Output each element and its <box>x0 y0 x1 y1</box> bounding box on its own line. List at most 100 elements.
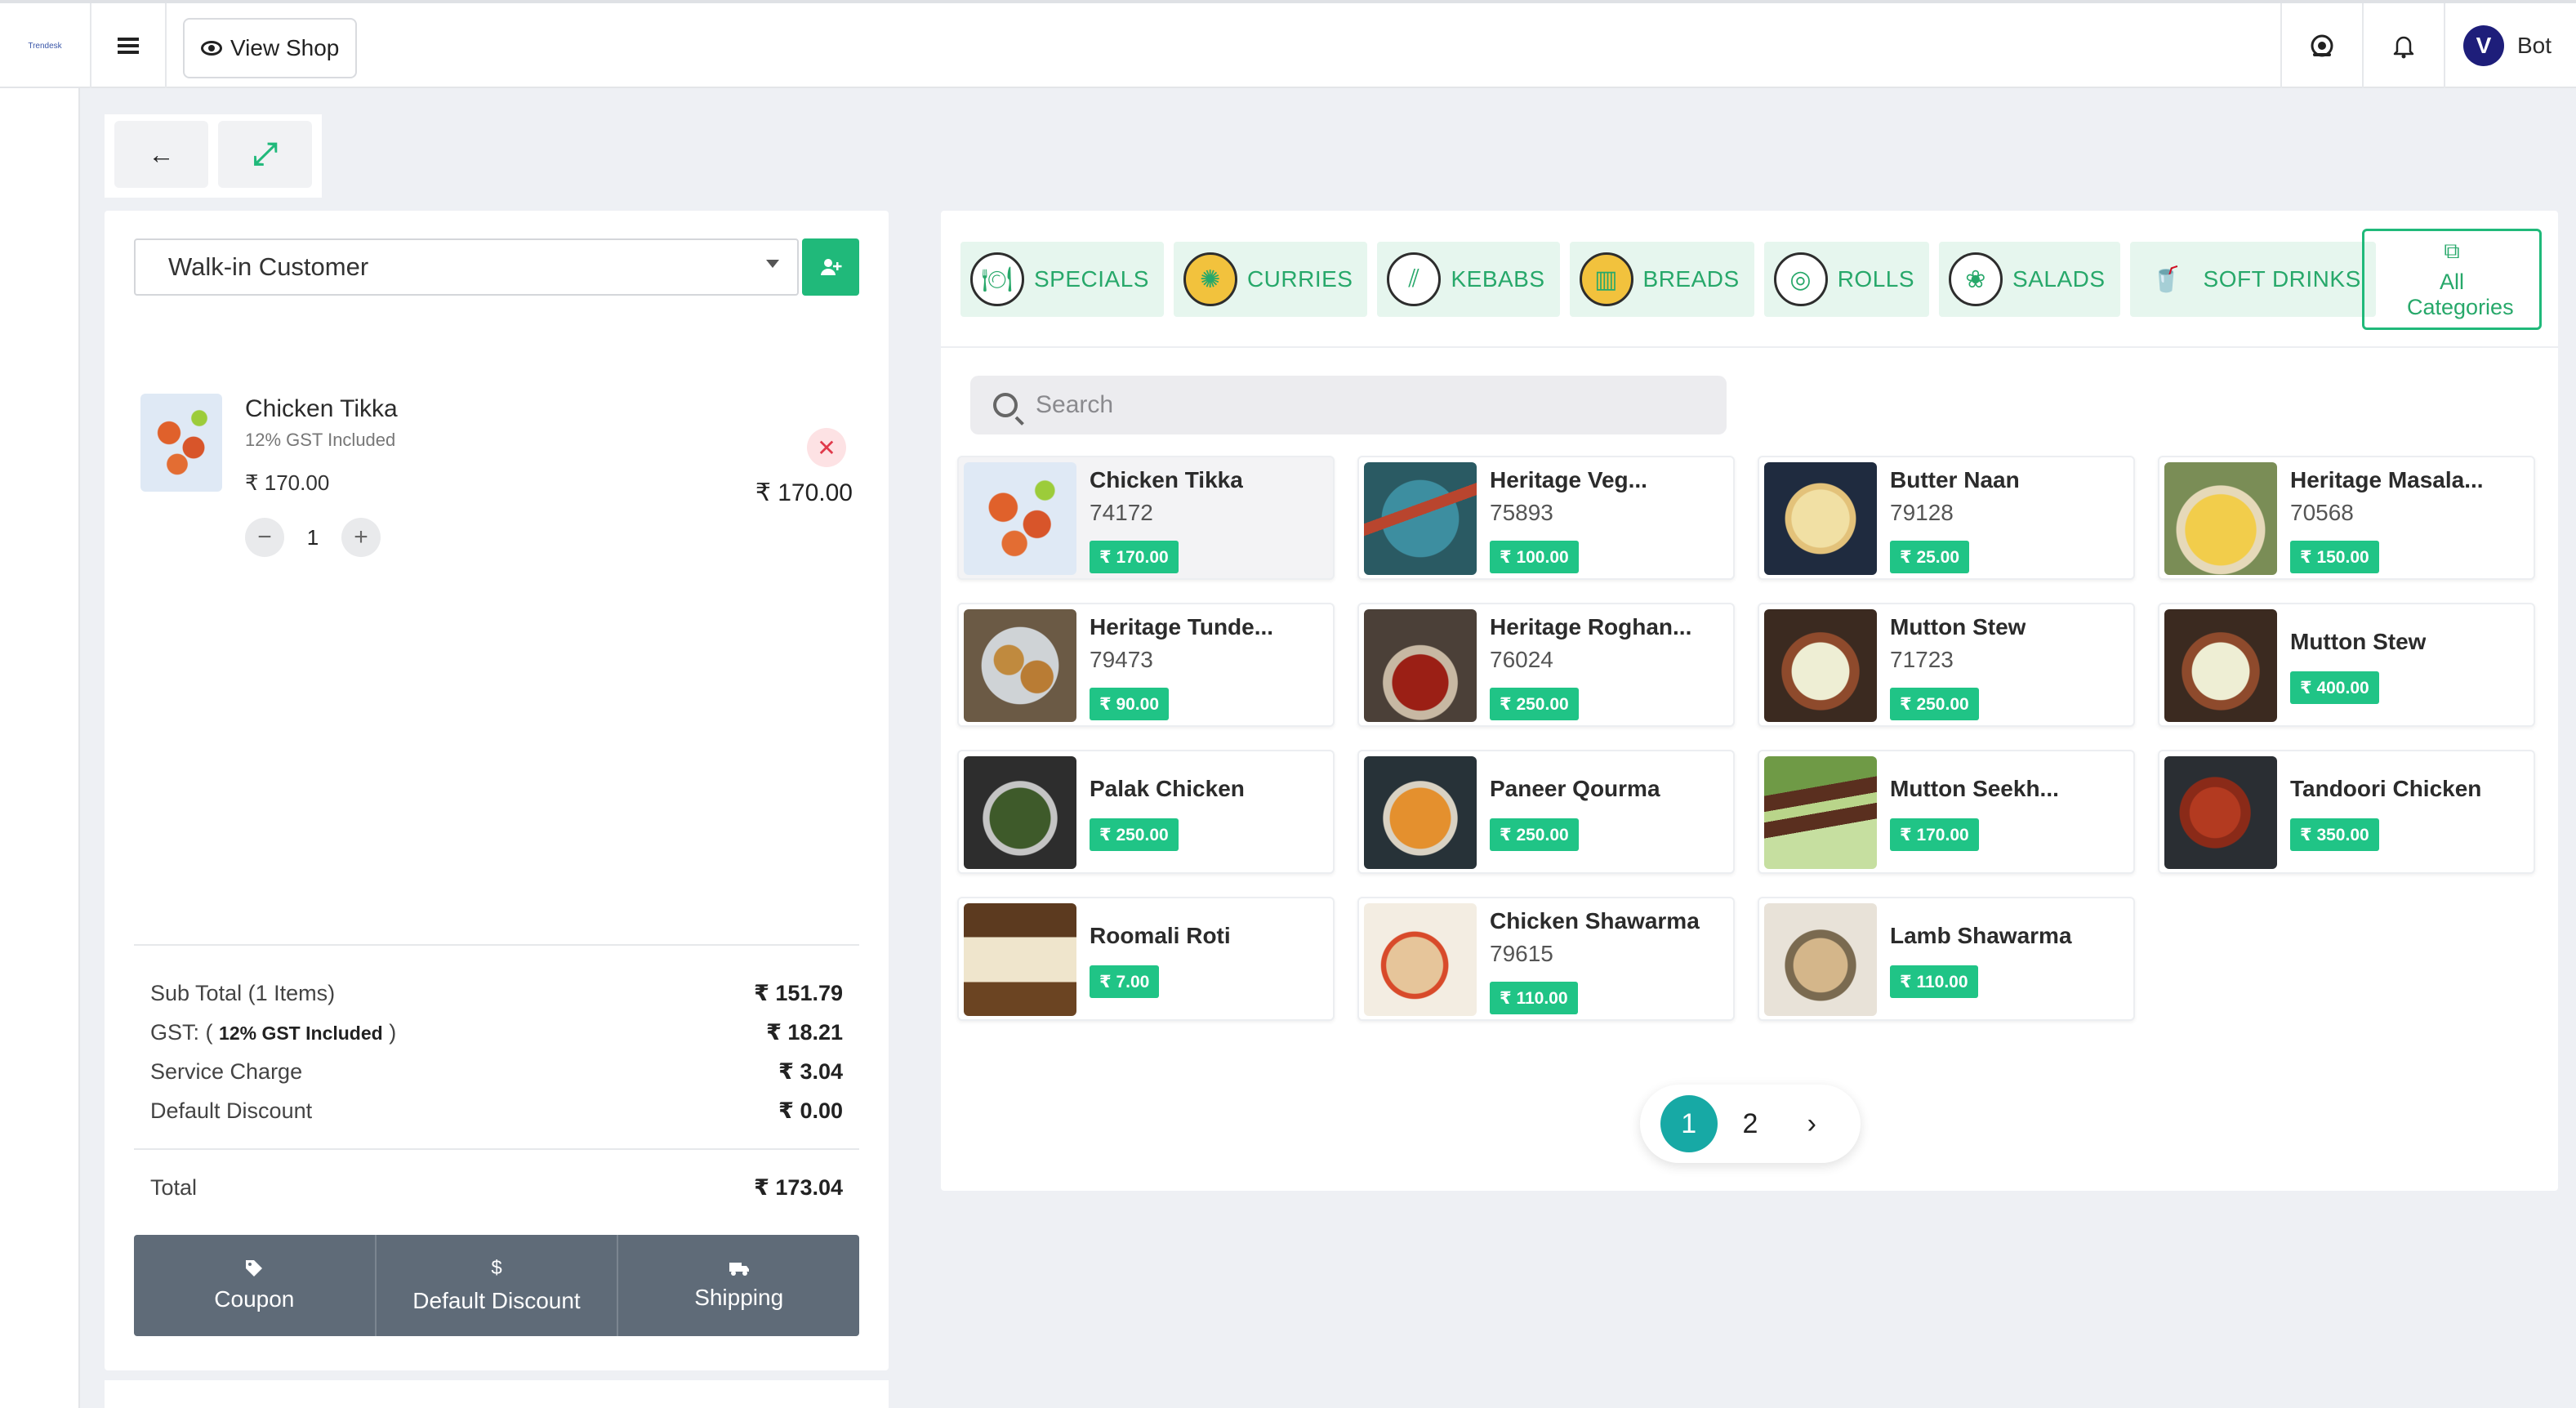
all-categories-button[interactable]: ⧉ All Categories <box>2362 229 2542 330</box>
product-name: Palak Chicken <box>1090 776 1245 801</box>
decrease-quantity-button[interactable]: − <box>245 518 284 557</box>
chevron-right-icon: › <box>1807 1107 1816 1139</box>
add-customer-button[interactable] <box>802 238 859 296</box>
product-price: ₹ 250.00 <box>1490 688 1579 720</box>
customer-select-value: Walk-in Customer <box>168 252 369 281</box>
tag-icon <box>246 1260 263 1277</box>
category-kebabs[interactable]: ⫽ KEBABS <box>1377 242 1560 317</box>
product-card[interactable]: Heritage Veg... 75893 ₹ 100.00 <box>1357 456 1735 580</box>
product-card[interactable]: Heritage Masala... 70568 ₹ 150.00 <box>2158 456 2535 580</box>
menu-toggle-button[interactable] <box>91 3 167 88</box>
products-panel: 🍽 SPECIALS ✺ CURRIES ⫽ KEBABS ▥ BREADS ◎ ROLL… <box>941 211 2558 1191</box>
product-card[interactable]: Chicken Shawarma 79615 ₹ 110.00 <box>1357 897 1735 1021</box>
product-card[interactable]: Chicken Tikka 74172 ₹ 170.00 <box>957 456 1335 580</box>
search-input[interactable] <box>1036 391 1673 419</box>
product-name: Heritage Masala... <box>2290 467 2484 492</box>
default-discount-button[interactable]: $ Default Discount <box>377 1235 619 1336</box>
product-image <box>2164 609 2277 722</box>
bell-icon <box>2393 36 2414 59</box>
drinks-icon: 🥤 <box>2150 265 2182 293</box>
coupon-button[interactable]: Coupon <box>134 1235 377 1336</box>
next-page-button[interactable]: › <box>1783 1095 1840 1152</box>
product-card[interactable]: Paneer Qourma ₹ 250.00 <box>1357 750 1735 874</box>
default-discount-row: Default Discount ₹ 0.00 <box>134 1091 859 1130</box>
product-name: Heritage Roghan... <box>1490 614 1692 639</box>
gst-row: GST: ( 12% GST Included ) ₹ 18.21 <box>134 1013 859 1052</box>
product-image <box>1764 609 1877 722</box>
product-price: ₹ 250.00 <box>1090 818 1179 851</box>
view-shop-button[interactable]: View Shop <box>183 18 358 78</box>
category-bar: 🍽 SPECIALS ✺ CURRIES ⫽ KEBABS ▥ BREADS ◎ ROLL… <box>941 211 2558 348</box>
product-image <box>1764 903 1877 1016</box>
dollar-icon: $ <box>491 1257 502 1279</box>
product-image <box>1764 462 1877 575</box>
category-curries[interactable]: ✺ CURRIES <box>1173 242 1368 317</box>
product-name: Chicken Shawarma <box>1490 908 1700 933</box>
product-card[interactable]: Butter Naan 79128 ₹ 25.00 <box>1758 456 2135 580</box>
product-card[interactable]: Roomali Roti ₹ 7.00 <box>957 897 1335 1021</box>
default-discount-value: ₹ 0.00 <box>778 1098 843 1123</box>
product-price: ₹ 170.00 <box>1890 818 1979 851</box>
notifications-button[interactable] <box>2362 3 2444 88</box>
support-button[interactable] <box>2280 3 2362 88</box>
product-code: 75893 <box>1490 500 1553 525</box>
sidebar-rail <box>0 88 80 1408</box>
increase-quantity-button[interactable]: + <box>341 518 381 557</box>
close-icon: ✕ <box>817 434 836 461</box>
product-card[interactable]: Heritage Tunde... 79473 ₹ 90.00 <box>957 603 1335 727</box>
shipping-button[interactable]: Shipping <box>618 1235 859 1336</box>
plus-icon: + <box>354 524 368 550</box>
category-soft-drinks[interactable]: 🥤 SOFT DRINKS <box>2129 242 2376 317</box>
product-card[interactable]: Tandoori Chicken ₹ 350.00 <box>2158 750 2535 874</box>
add-user-icon <box>821 259 842 275</box>
page-1-button[interactable]: 1 <box>1660 1095 1718 1152</box>
category-label: SALADS <box>2012 266 2106 292</box>
fullscreen-button[interactable]: ⤢ <box>218 121 312 188</box>
customer-select[interactable]: Walk-in Customer <box>134 238 799 296</box>
product-image <box>1364 462 1477 575</box>
product-price: ₹ 110.00 <box>1890 965 1978 998</box>
category-label: SOFT DRINKS <box>2203 266 2361 292</box>
product-card[interactable]: Mutton Stew 71723 ₹ 250.00 <box>1758 603 2135 727</box>
product-card[interactable]: Mutton Seekh... ₹ 170.00 <box>1758 750 2135 874</box>
product-image <box>964 609 1076 722</box>
product-code: 79128 <box>1890 500 1954 525</box>
category-specials[interactable]: 🍽 SPECIALS <box>960 242 1164 317</box>
product-name: Roomali Roti <box>1090 923 1231 948</box>
product-search[interactable] <box>970 376 1727 434</box>
service-charge-label: Service Charge <box>150 1058 303 1084</box>
back-button[interactable]: ← <box>114 121 208 188</box>
category-salads[interactable]: ❀ SALADS <box>1939 242 2120 317</box>
page-2-button[interactable]: 2 <box>1722 1095 1779 1152</box>
total-label: Total <box>150 1174 198 1200</box>
brand-logo[interactable]: Trendesk <box>0 3 91 88</box>
product-card[interactable]: Lamb Shawarma ₹ 110.00 <box>1758 897 2135 1021</box>
quantity-value: 1 <box>306 524 319 550</box>
minus-icon: − <box>257 524 272 550</box>
product-image <box>964 903 1076 1016</box>
category-rolls[interactable]: ◎ ROLLS <box>1763 242 1930 317</box>
product-card[interactable]: Palak Chicken ₹ 250.00 <box>957 750 1335 874</box>
product-image <box>1364 609 1477 722</box>
shipping-label: Shipping <box>694 1285 784 1310</box>
cart-item-name: Chicken Tikka <box>245 395 398 422</box>
product-price: ₹ 400.00 <box>2290 671 2379 704</box>
cart-item-image <box>140 394 222 492</box>
default-discount-label: Default Discount <box>150 1098 313 1123</box>
product-price: ₹ 100.00 <box>1490 541 1579 573</box>
cart-actions: Coupon $ Default Discount Shipping <box>134 1235 859 1336</box>
remove-item-button[interactable]: ✕ <box>807 428 846 467</box>
product-price: ₹ 110.00 <box>1490 982 1578 1014</box>
cart-item: Chicken Tikka 12% GST Included ₹ 170.00 … <box>140 394 859 573</box>
pagination: 1 2 › <box>1640 1085 1861 1163</box>
subtotal-value: ₹ 151.79 <box>754 980 843 1005</box>
product-price: ₹ 90.00 <box>1090 688 1169 720</box>
product-card[interactable]: Heritage Roghan... 76024 ₹ 250.00 <box>1357 603 1735 727</box>
coupon-label: Coupon <box>214 1286 295 1312</box>
category-breads[interactable]: ▥ BREADS <box>1569 242 1754 317</box>
product-price: ₹ 350.00 <box>2290 818 2379 851</box>
user-menu[interactable]: V Bot <box>2444 3 2576 88</box>
product-card[interactable]: Mutton Stew ₹ 400.00 <box>2158 603 2535 727</box>
product-image <box>964 756 1076 869</box>
product-name: Heritage Veg... <box>1490 467 1647 492</box>
